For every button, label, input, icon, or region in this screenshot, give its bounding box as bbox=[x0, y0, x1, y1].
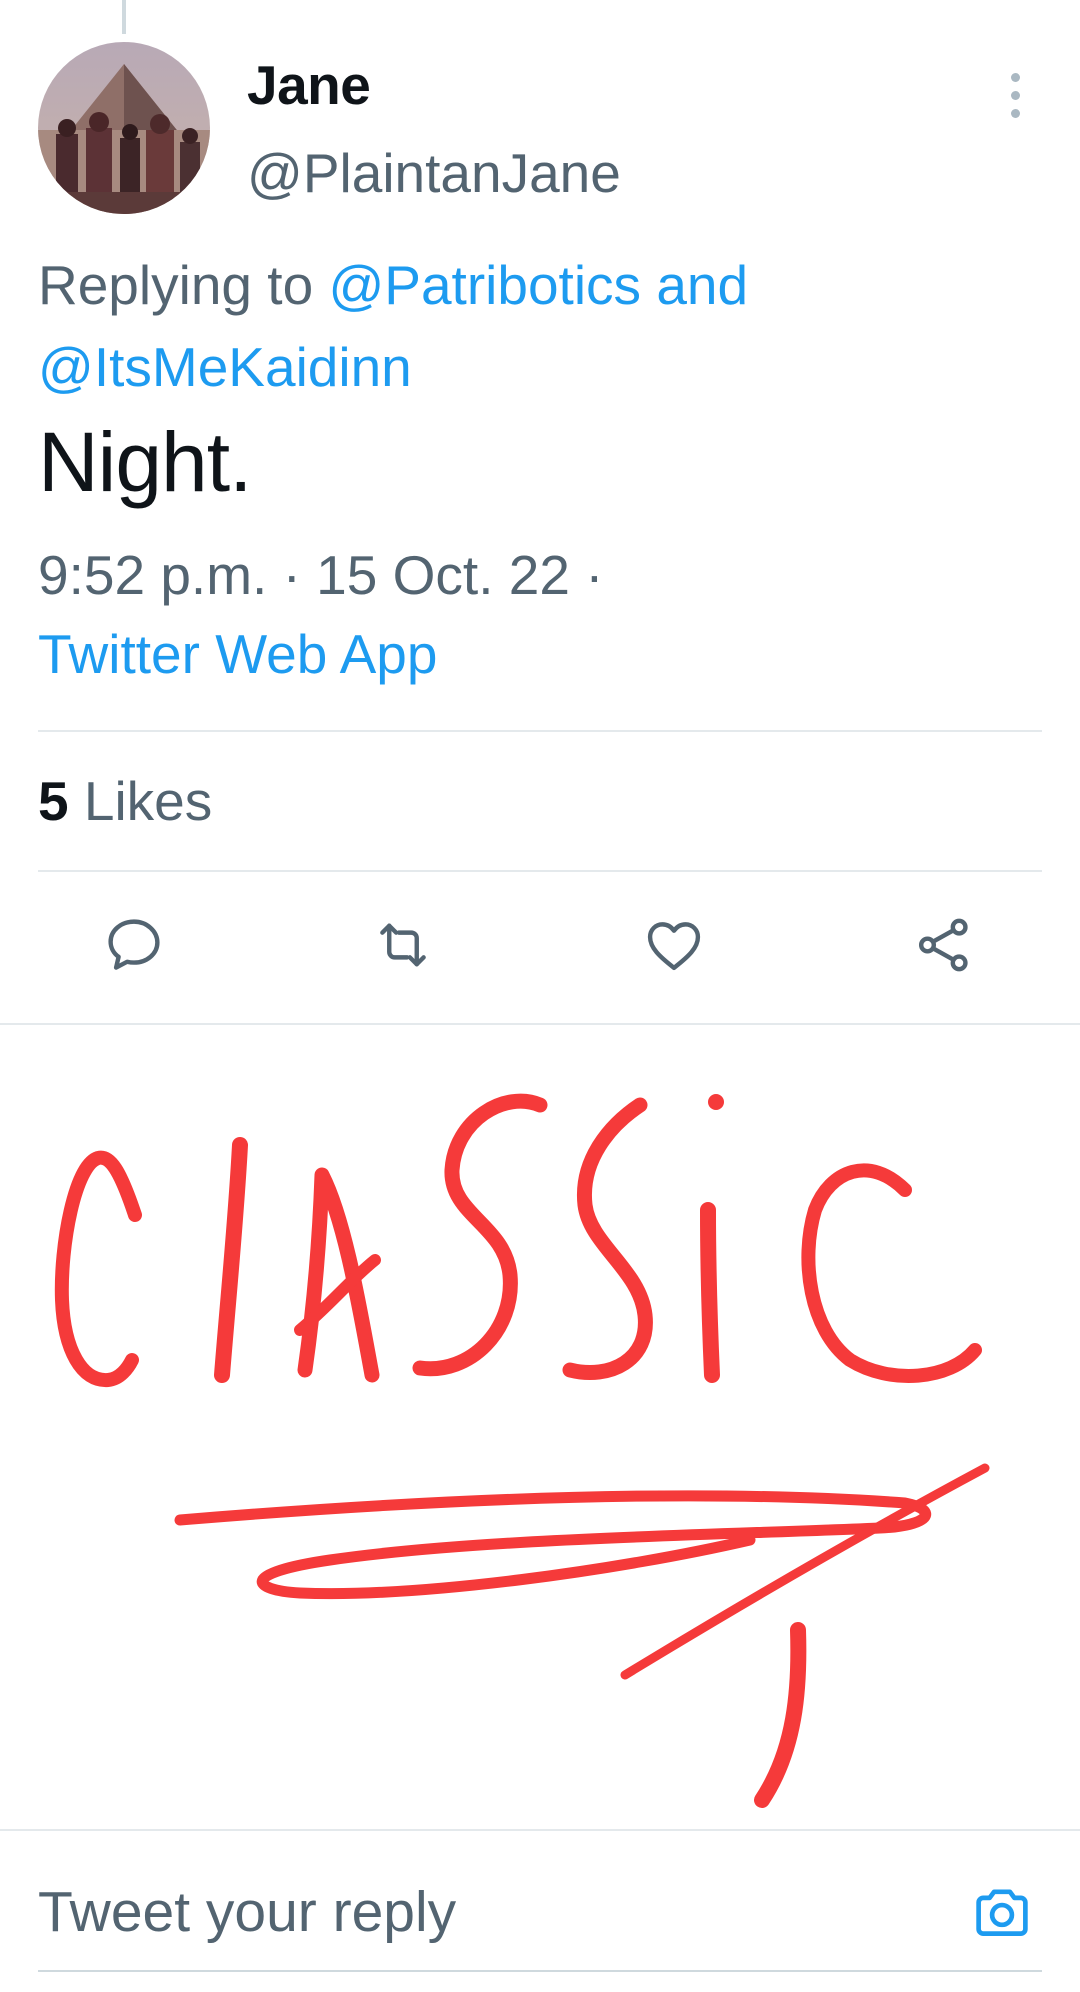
heart-icon bbox=[647, 922, 701, 971]
reply-button[interactable] bbox=[94, 905, 174, 985]
camera-icon bbox=[976, 1889, 1028, 1936]
replying-to-label: Replying to bbox=[38, 254, 314, 316]
more-options-button[interactable] bbox=[995, 70, 1035, 120]
share-icon bbox=[918, 918, 968, 972]
more-vertical-icon bbox=[1010, 72, 1020, 82]
mention-joiner[interactable]: and bbox=[656, 254, 748, 316]
reply-input[interactable]: Tweet your reply bbox=[38, 1875, 456, 1949]
likes-count[interactable]: 5 Likes bbox=[38, 766, 212, 836]
share-button[interactable] bbox=[904, 905, 984, 985]
annotation-drawing bbox=[54, 1093, 990, 1808]
retweet-icon bbox=[380, 923, 426, 967]
tweet-source-link[interactable]: Twitter Web App bbox=[38, 619, 437, 689]
tweet-text: Night. bbox=[38, 415, 252, 509]
author-handle[interactable]: @PlaintanJane bbox=[247, 138, 621, 208]
camera-button[interactable] bbox=[966, 1877, 1038, 1949]
divider bbox=[0, 1023, 1080, 1025]
avatar-photo bbox=[38, 42, 210, 214]
tweet-timestamp[interactable]: 9:52 p.m. · 15 Oct. 22 · bbox=[38, 540, 604, 610]
thread-connector-line bbox=[122, 0, 126, 34]
avatar[interactable] bbox=[38, 42, 210, 214]
composer-underline bbox=[38, 1970, 1042, 1972]
handwritten-annotation bbox=[0, 1030, 1080, 1830]
retweet-button[interactable] bbox=[363, 905, 443, 985]
like-button[interactable] bbox=[634, 905, 714, 985]
likes-label: Likes bbox=[83, 770, 213, 832]
replying-to-line: Replying to @Patribotics and @ItsMeKaidi… bbox=[38, 244, 1038, 408]
reply-bubble-icon bbox=[108, 919, 160, 970]
divider bbox=[0, 1829, 1080, 1831]
mention-link[interactable]: @Patribotics bbox=[328, 254, 641, 316]
author-display-name[interactable]: Jane bbox=[247, 50, 371, 120]
mention-link[interactable]: @ItsMeKaidinn bbox=[38, 336, 412, 398]
likes-number: 5 bbox=[38, 770, 69, 832]
divider bbox=[38, 870, 1042, 872]
divider bbox=[38, 730, 1042, 732]
